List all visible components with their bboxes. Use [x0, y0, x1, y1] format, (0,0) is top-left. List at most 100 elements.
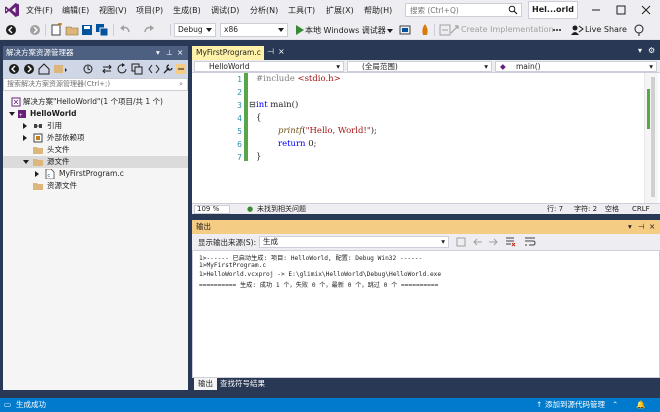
- menu-extensions[interactable]: 扩展(X): [326, 5, 354, 16]
- solution-search-input[interactable]: 搜索解决方案资源管理器(Ctrl+;) ⌕: [3, 78, 188, 91]
- minimize-icon[interactable]: [584, 0, 608, 20]
- close-panel-icon[interactable]: ×: [649, 220, 655, 234]
- menu-help[interactable]: 帮助(H): [364, 5, 392, 16]
- pending-changes-icon[interactable]: [81, 62, 95, 76]
- chevron-up-icon[interactable]: ⌃: [612, 398, 618, 412]
- close-icon[interactable]: [634, 0, 658, 20]
- scope-dropdown[interactable]: (全局范围) ▾: [347, 61, 492, 72]
- fire-icon[interactable]: [418, 23, 432, 37]
- menu-tools[interactable]: 工具(T): [288, 5, 315, 16]
- home-icon[interactable]: [37, 62, 51, 76]
- live-share-icon[interactable]: [570, 23, 584, 37]
- close-panel-icon[interactable]: ×: [177, 46, 183, 60]
- start-debugger-button[interactable]: 本地 Windows 调试器: [305, 25, 386, 36]
- tree-item-source-files[interactable]: 源文件: [3, 156, 188, 168]
- pin-icon[interactable]: ⊣: [267, 47, 274, 56]
- play-icon[interactable]: [292, 23, 306, 37]
- scrollbar-thumb[interactable]: [651, 77, 655, 197]
- editor-scrollbar[interactable]: [644, 73, 658, 203]
- debug-tools-icon[interactable]: [398, 23, 412, 37]
- menu-file[interactable]: 文件(F): [26, 5, 53, 16]
- live-share-button[interactable]: Live Share: [585, 25, 627, 34]
- code-view-icon[interactable]: [147, 62, 161, 76]
- tab-myfirstprogram[interactable]: MyFirstProgram.c: [192, 46, 264, 60]
- prev-message-icon[interactable]: [472, 236, 484, 248]
- chevron-right-icon[interactable]: [23, 123, 27, 129]
- pin-icon[interactable]: ⊣: [638, 220, 645, 234]
- close-tab-icon[interactable]: ×: [278, 47, 285, 56]
- clear-all-icon[interactable]: [504, 236, 516, 248]
- tab-output[interactable]: 输出: [194, 378, 217, 390]
- menu-debug[interactable]: 调试(D): [211, 5, 239, 16]
- tree-item-resource-files[interactable]: 资源文件: [3, 180, 188, 192]
- chevron-down-icon[interactable]: [23, 160, 29, 164]
- switch-views-icon[interactable]: [53, 62, 69, 76]
- output-source-select[interactable]: 生成 ▾: [259, 236, 449, 248]
- more-options-icon[interactable]: [550, 23, 564, 37]
- save-icon[interactable]: [80, 23, 94, 37]
- sync-icon[interactable]: [100, 62, 114, 76]
- maximize-icon[interactable]: [609, 0, 633, 20]
- forward-icon[interactable]: [22, 62, 36, 76]
- create-implementation-button[interactable]: Create Implementation: [461, 25, 554, 34]
- column-indicator[interactable]: 字符: 2: [574, 204, 597, 215]
- menu-project[interactable]: 项目(P): [136, 5, 163, 16]
- pin-icon[interactable]: ⊥: [166, 46, 173, 60]
- scope-dropdown-value: (全局范围): [362, 62, 398, 71]
- properties-icon[interactable]: [175, 62, 187, 76]
- menu-view[interactable]: 视图(V): [99, 5, 127, 16]
- menu-edit[interactable]: 编辑(E): [62, 5, 89, 16]
- code-editor[interactable]: 1 2 3 4 5 6 7 ⊟ #include <stdio.h> int m…: [192, 73, 660, 203]
- tree-item-header-files[interactable]: 头文件: [3, 144, 188, 156]
- wrench-icon[interactable]: [161, 62, 175, 76]
- tree-item-external-deps[interactable]: 外部依赖项: [3, 132, 188, 144]
- tab-dropdown-icon[interactable]: ▾: [638, 46, 642, 55]
- undo-icon[interactable]: [118, 23, 132, 37]
- spacing-indicator[interactable]: 空格: [605, 204, 619, 215]
- forward-icon[interactable]: [28, 23, 42, 37]
- new-item-icon[interactable]: [49, 23, 63, 37]
- chevron-right-icon[interactable]: [35, 171, 39, 177]
- back-icon[interactable]: [7, 62, 21, 76]
- platform-select[interactable]: x86: [220, 23, 288, 37]
- issues-status[interactable]: 未找到相关问题: [257, 204, 306, 215]
- chevron-right-icon[interactable]: [23, 135, 27, 141]
- dropdown-icon[interactable]: ▾: [628, 220, 632, 234]
- create-implementation-icon[interactable]: [448, 23, 462, 37]
- member-dropdown[interactable]: ◆ main() ▾: [495, 61, 657, 72]
- redo-icon[interactable]: [142, 23, 156, 37]
- menu-analyze[interactable]: 分析(N): [250, 5, 278, 16]
- feedback-icon[interactable]: [632, 23, 646, 37]
- collapse-icon[interactable]: ⊟: [249, 100, 256, 109]
- project-dropdown[interactable]: HelloWorld ▾: [194, 61, 344, 72]
- next-message-icon[interactable]: [487, 236, 499, 248]
- search-box[interactable]: [405, 3, 522, 17]
- word-wrap-icon[interactable]: [524, 236, 536, 248]
- source-control-button[interactable]: 添加到源代码管理: [545, 398, 605, 412]
- refresh-icon[interactable]: [115, 62, 129, 76]
- tree-item-references[interactable]: 引用: [3, 120, 188, 132]
- search-input[interactable]: [406, 4, 506, 16]
- back-icon[interactable]: [4, 23, 18, 37]
- output-source-value: 生成: [263, 237, 278, 246]
- line-indicator[interactable]: 行: 7: [547, 204, 563, 215]
- output-text-area[interactable]: 1>------ 已启动生成: 项目: HelloWorld, 配置: Debu…: [192, 250, 660, 378]
- dropdown-icon[interactable]: ▾: [156, 46, 160, 60]
- tree-item-solution[interactable]: 解决方案"HelloWorld"(1 个项目/共 1 个): [3, 96, 188, 108]
- chevron-down-icon[interactable]: [387, 29, 393, 33]
- eol-indicator[interactable]: CRLF: [632, 204, 650, 215]
- menu-build[interactable]: 生成(B): [173, 5, 201, 16]
- tree-item-project[interactable]: + HelloWorld: [3, 108, 188, 120]
- save-all-icon[interactable]: [95, 23, 109, 37]
- open-folder-icon[interactable]: [65, 23, 79, 37]
- notifications-icon[interactable]: 🔔: [636, 398, 645, 412]
- find-message-icon[interactable]: [455, 236, 467, 248]
- collapse-all-icon[interactable]: [130, 62, 144, 76]
- settings-icon[interactable]: ⚙: [648, 46, 655, 55]
- tab-find-symbol-results[interactable]: 查找符号结果: [216, 378, 269, 390]
- code-line-3: int main(): [256, 100, 299, 110]
- chevron-down-icon[interactable]: [9, 112, 15, 116]
- configuration-select[interactable]: Debug: [174, 23, 216, 37]
- zoom-select[interactable]: 109 %: [194, 205, 230, 214]
- tree-item-source-file[interactable]: c MyFirstProgram.c: [3, 168, 188, 180]
